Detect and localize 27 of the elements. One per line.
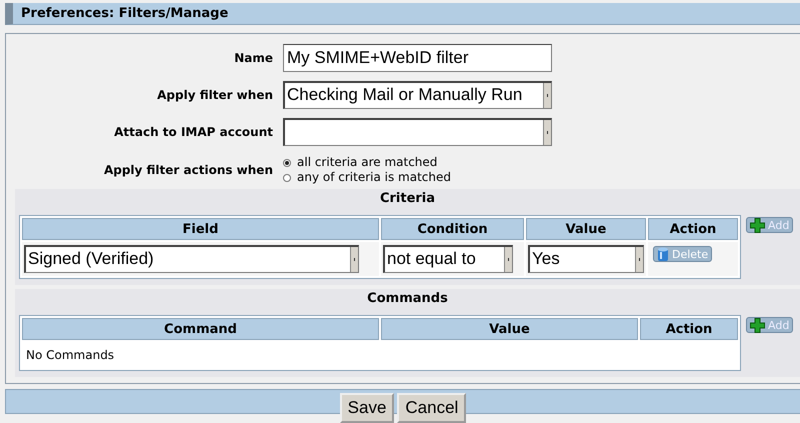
field-label: Name — [233, 51, 273, 65]
apply-dropdown[interactable]: Checking Mail or Manually Run — [283, 81, 552, 109]
column-header: Value — [381, 318, 638, 340]
condition-dropdown[interactable]: not equal to — [383, 245, 513, 273]
name-input[interactable]: My SMIME+WebID filter — [283, 44, 552, 72]
radio-option[interactable]: all criteria are matched — [283, 155, 800, 170]
column-header: Action — [640, 318, 738, 340]
field-dropdown[interactable]: Signed (Verified) — [24, 245, 359, 273]
column-header: Command — [22, 318, 379, 340]
field-label: Apply filter actions when — [102, 163, 273, 177]
action-button[interactable]: Cancel — [397, 393, 466, 423]
field-label: Attach to IMAP account — [113, 125, 273, 139]
section-heading: Criteria — [15, 189, 800, 209]
column-header: Action — [648, 218, 738, 240]
page-title: Preferences: Filters/Manage — [21, 6, 228, 21]
account-dropdown[interactable] — [283, 118, 552, 146]
field-label: Apply filter when — [156, 88, 273, 102]
radio-option[interactable]: any of criteria is matched — [283, 170, 800, 185]
trash-can-icon — [657, 246, 669, 262]
section-heading: Commands — [15, 289, 800, 309]
plus-icon — [750, 318, 765, 332]
column-header: Value — [526, 218, 646, 240]
action-button[interactable]: Save — [340, 393, 394, 423]
column-header: Field — [22, 218, 379, 240]
value-dropdown[interactable]: Yes — [528, 245, 644, 273]
column-header: Condition — [381, 218, 524, 240]
plus-icon — [750, 218, 765, 232]
